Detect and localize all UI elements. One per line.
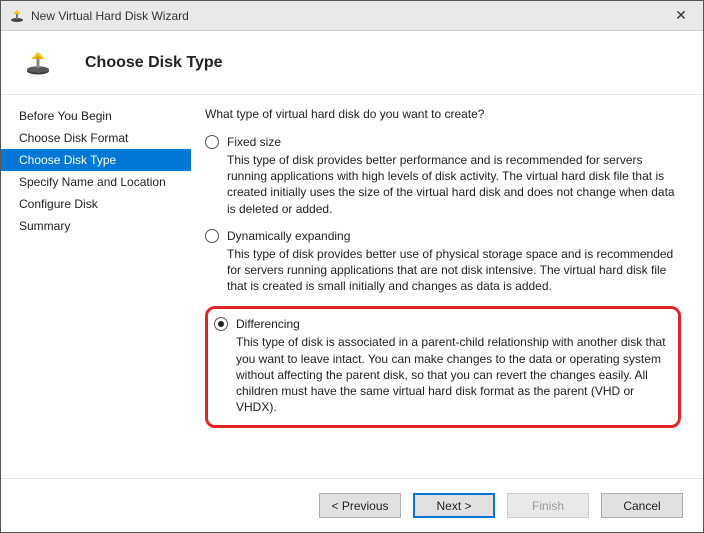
wizard-window: New Virtual Hard Disk Wizard ✕ Choose Di…: [0, 0, 704, 533]
wizard-header-icon: [25, 50, 51, 76]
wizard-header: Choose Disk Type: [1, 31, 703, 95]
option-desc-differencing: This type of disk is associated in a par…: [214, 334, 668, 415]
option-differencing[interactable]: Differencing This type of disk is associ…: [214, 317, 668, 415]
window-title: New Virtual Hard Disk Wizard: [31, 9, 659, 23]
cancel-button[interactable]: Cancel: [601, 493, 683, 518]
option-label-fixed: Fixed size: [227, 135, 281, 149]
step-before-you-begin[interactable]: Before You Begin: [1, 105, 191, 127]
finish-button: Finish: [507, 493, 589, 518]
page-title: Choose Disk Type: [85, 54, 223, 72]
radio-dynamic[interactable]: [205, 229, 219, 243]
wizard-content: What type of virtual hard disk do you wa…: [191, 95, 703, 478]
step-choose-disk-format[interactable]: Choose Disk Format: [1, 127, 191, 149]
content-prompt: What type of virtual hard disk do you wa…: [205, 107, 681, 121]
close-button[interactable]: ✕: [659, 1, 703, 31]
option-fixed-size[interactable]: Fixed size This type of disk provides be…: [205, 135, 681, 217]
wizard-footer: < Previous Next > Finish Cancel: [1, 478, 703, 532]
previous-button[interactable]: < Previous: [319, 493, 401, 518]
app-icon: [9, 8, 25, 24]
titlebar: New Virtual Hard Disk Wizard ✕: [1, 1, 703, 31]
radio-fixed-size[interactable]: [205, 135, 219, 149]
step-configure-disk[interactable]: Configure Disk: [1, 193, 191, 215]
radio-differencing[interactable]: [214, 317, 228, 331]
close-icon: ✕: [675, 7, 687, 24]
wizard-body: Before You Begin Choose Disk Format Choo…: [1, 95, 703, 478]
option-desc-dynamic: This type of disk provides better use of…: [205, 246, 681, 295]
option-label-differencing: Differencing: [236, 317, 300, 331]
highlighted-option: Differencing This type of disk is associ…: [205, 306, 681, 428]
step-specify-name-location[interactable]: Specify Name and Location: [1, 171, 191, 193]
option-label-dynamic: Dynamically expanding: [227, 229, 350, 243]
option-desc-fixed: This type of disk provides better perfor…: [205, 152, 681, 217]
option-dynamic[interactable]: Dynamically expanding This type of disk …: [205, 229, 681, 295]
steps-sidebar: Before You Begin Choose Disk Format Choo…: [1, 95, 191, 478]
step-choose-disk-type[interactable]: Choose Disk Type: [1, 149, 191, 171]
step-summary[interactable]: Summary: [1, 215, 191, 237]
next-button[interactable]: Next >: [413, 493, 495, 518]
